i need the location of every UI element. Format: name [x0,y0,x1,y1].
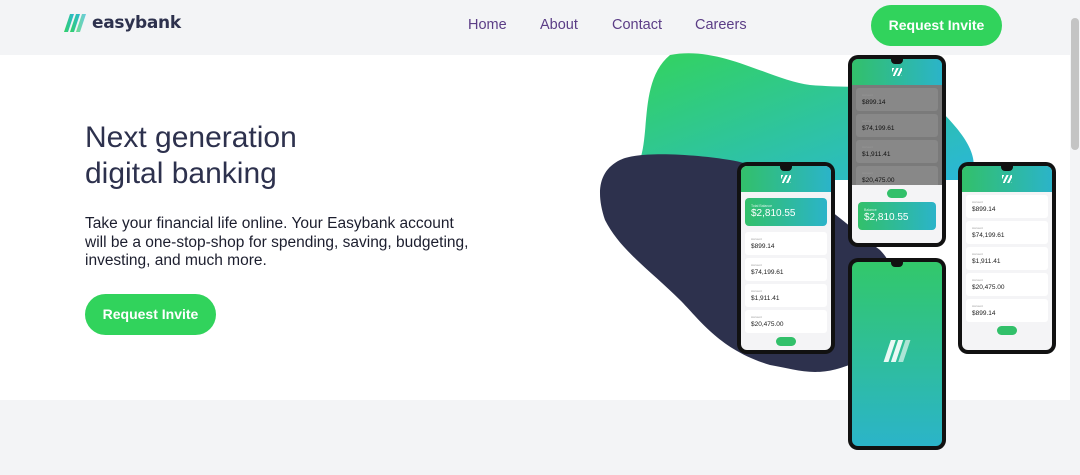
hero-title: Next generation digital banking [85,120,297,192]
phone-row: $899.14 [862,99,886,106]
scrollbar-thumb[interactable] [1071,18,1079,150]
fab-icon [776,337,796,346]
logo[interactable]: easybank [64,13,181,33]
site-header: easybank Home About Contact Careers Requ… [0,0,1080,55]
phone-bottom [848,258,946,450]
phone-top: Account $899.14 Account $74,199.61 Account… [848,55,946,247]
page-scrollbar[interactable] [1070,0,1080,475]
phone-row: $1,911.41 [751,295,780,302]
easybank-logo-icon [64,14,86,32]
hero-title-line-2: digital banking [85,157,277,190]
phone-row: $899.14 [751,243,775,250]
phone-right: Account $899.14 Account $74,199.61 Account… [958,162,1056,354]
phone-row: $74,199.61 [862,125,895,132]
phone-left: Total Balance $2,810.55 Account $899.14 Ac… [737,162,835,354]
request-invite-button[interactable]: Request Invite [871,5,1002,46]
nav-careers[interactable]: Careers [695,17,747,33]
phone-row: $20,475.00 [862,177,895,184]
fab-icon [997,326,1017,335]
phone-row: $20,475.00 [972,284,1005,291]
mini-logo-icon [892,68,902,76]
phone-row: $74,199.61 [972,232,1005,239]
phone-balance: $2,810.55 [864,212,909,223]
nav-home[interactable]: Home [468,17,507,33]
hero-description: Take your financial life online. Your Ea… [85,215,469,269]
mini-logo-icon [1002,175,1012,183]
phone-row: $1,911.41 [972,258,1001,265]
fab-icon [887,189,907,198]
nav-contact[interactable]: Contact [612,17,662,33]
hero-illustration: Account $899.14 Account $74,199.61 Account… [580,50,1070,470]
logo-text: easybank [92,13,181,33]
phone-balance: $2,810.55 [751,208,796,219]
phone-row: $899.14 [972,206,996,213]
hero-title-line-1: Next generation [85,121,297,154]
splash-logo-icon [883,340,911,362]
phone-row: $1,911.41 [862,151,891,158]
hero-request-invite-button[interactable]: Request Invite [85,294,216,335]
mini-logo-icon [781,175,791,183]
phone-row: $74,199.61 [751,269,784,276]
nav-about[interactable]: About [540,17,578,33]
phone-row: $20,475.00 [751,321,784,328]
phone-row: $899.14 [972,310,996,317]
